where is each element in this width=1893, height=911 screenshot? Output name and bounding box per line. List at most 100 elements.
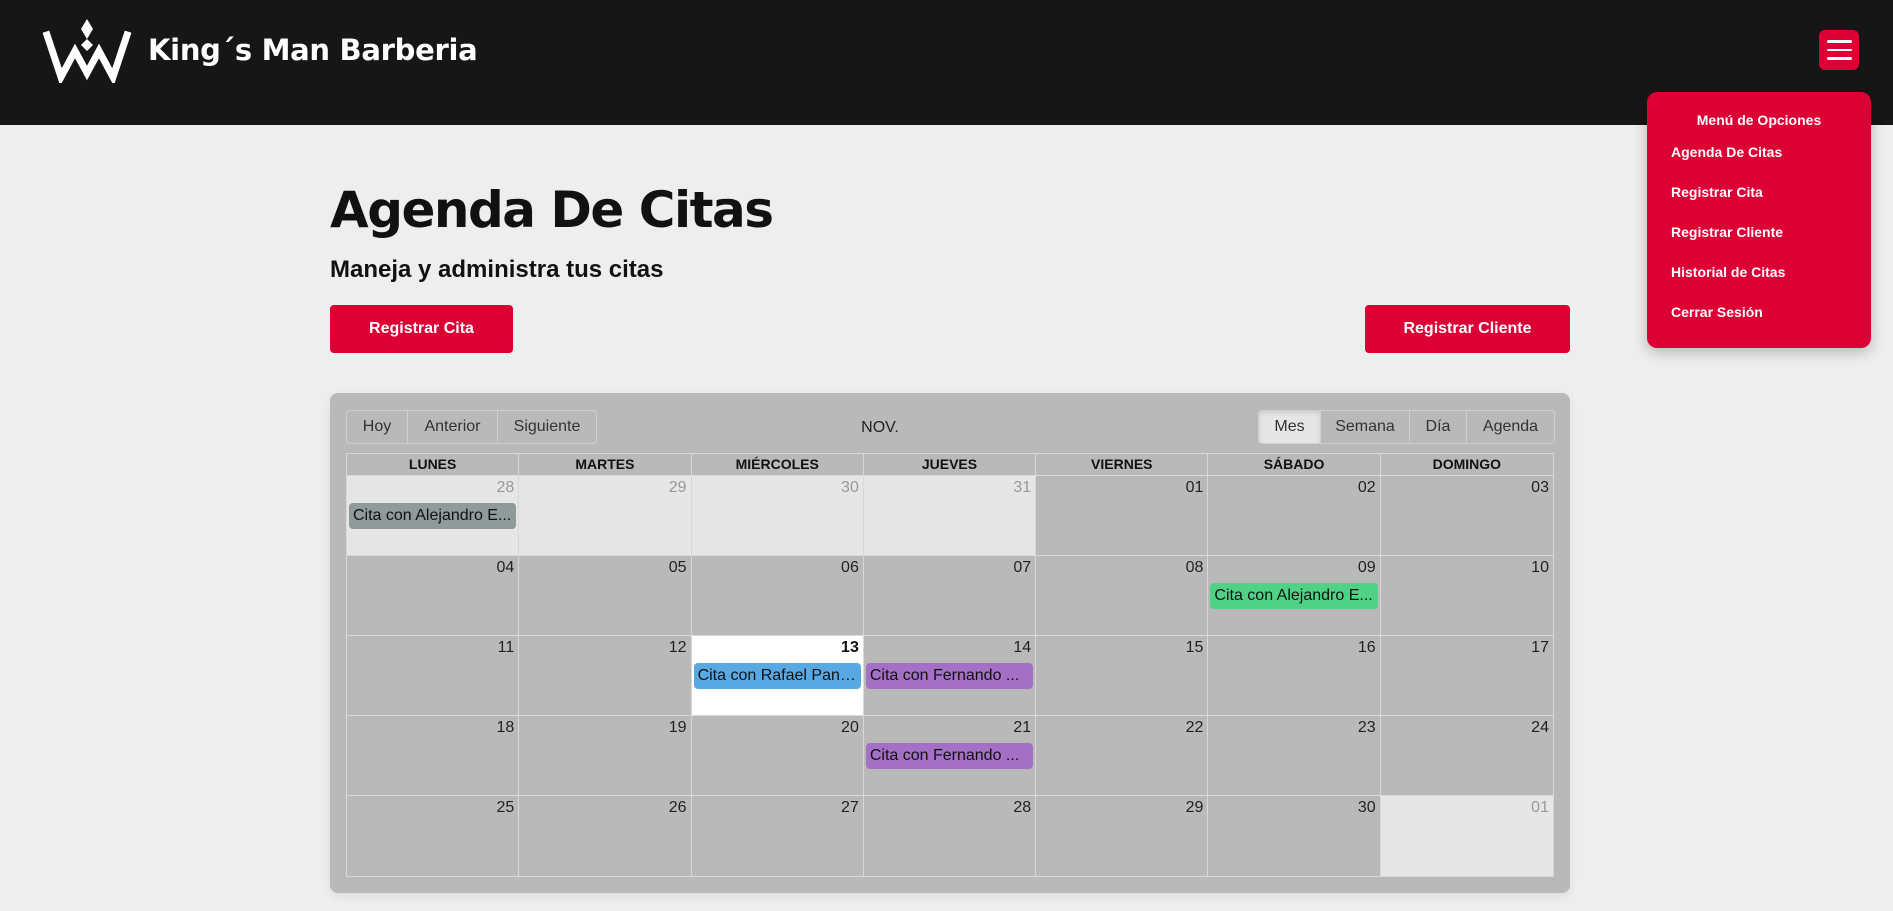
day-cell[interactable]: 17 — [1381, 636, 1553, 715]
day-cell[interactable]: 24 — [1381, 716, 1553, 795]
day-cell[interactable]: 21 Cita con Fernando ... — [864, 716, 1037, 795]
menu-item-historial[interactable]: Historial de Citas — [1671, 264, 1785, 280]
day-cell[interactable]: 16 — [1208, 636, 1381, 715]
day-number: 01 — [1185, 479, 1204, 496]
day-cell[interactable]: 22 — [1036, 716, 1209, 795]
appointment-event[interactable]: Cita con Rafael Pant... — [693, 663, 861, 689]
day-cell[interactable]: 11 — [347, 636, 520, 715]
day-number: 08 — [1185, 559, 1204, 576]
day-cell[interactable]: 08 — [1036, 556, 1209, 635]
day-number: 10 — [1531, 559, 1549, 576]
menu-item-registrar-cliente[interactable]: Registrar Cliente — [1671, 224, 1783, 240]
day-number: 17 — [1531, 639, 1549, 656]
day-cell[interactable]: 09 Cita con Alejandro E... — [1208, 556, 1381, 635]
month-grid: LUNES MARTES MIÉRCOLES JUEVES VIERNES SÁBADO D… — [346, 453, 1554, 877]
menu-toggle-button[interactable] — [1819, 30, 1859, 70]
weekday-header: VIERNES — [1036, 454, 1209, 476]
day-number: 29 — [668, 479, 687, 496]
week-row: 28 Cita con Alejandro E... 29 30 31 01 02 03 — [347, 476, 1553, 556]
day-number: 03 — [1531, 479, 1549, 496]
month-label: NOV. — [861, 419, 899, 436]
day-number: 26 — [668, 799, 687, 816]
day-cell[interactable]: 01 — [1380, 796, 1553, 876]
appointment-event[interactable]: Cita con Alejandro E... — [1210, 583, 1378, 609]
day-number: 18 — [496, 719, 515, 736]
view-month-button[interactable]: Mes — [1259, 411, 1321, 443]
day-number: 11 — [497, 639, 515, 656]
menu-title: Menú de Opciones — [1696, 112, 1822, 128]
weekday-header: SÁBADO — [1208, 454, 1381, 476]
day-cell-today[interactable]: 13 Cita con Rafael Pant... — [691, 636, 864, 715]
calendar-nav-group: Hoy Anterior Siguiente — [346, 410, 597, 444]
appointment-event[interactable]: Cita con Alejandro E... — [349, 503, 517, 529]
day-number: 02 — [1357, 479, 1376, 496]
weekday-header-row: LUNES MARTES MIÉRCOLES JUEVES VIERNES SÁBADO D… — [347, 454, 1553, 476]
top-header: King´s Man Barberia — [0, 0, 1893, 125]
week-row: 18 19 20 21 Cita con Fernando ... 22 23 24 — [347, 716, 1553, 796]
week-row: 11 12 13 Cita con Rafael Pant... 14 Cita con … — [347, 636, 1553, 716]
day-cell[interactable]: 29 — [519, 476, 692, 555]
menu-item-cerrar-sesion[interactable]: Cerrar Sesión — [1671, 304, 1763, 320]
menu-item-registrar-cita[interactable]: Registrar Cita — [1671, 184, 1763, 200]
day-cell[interactable]: 18 — [347, 716, 520, 795]
day-cell[interactable]: 01 — [1036, 476, 1209, 555]
day-cell[interactable]: 05 — [519, 556, 692, 635]
day-cell[interactable]: 29 — [1036, 796, 1209, 876]
day-cell[interactable]: 14 Cita con Fernando ... — [864, 636, 1037, 715]
day-number: 28 — [496, 479, 515, 496]
day-cell[interactable]: 06 — [692, 556, 864, 635]
options-menu: Menú de Opciones Agenda De Citas Registr… — [1647, 92, 1871, 348]
day-cell[interactable]: 20 — [692, 716, 864, 795]
page-subtitle: Maneja y administra tus citas — [330, 256, 664, 283]
register-appointment-button[interactable]: Registrar Cita — [330, 305, 513, 353]
register-client-button[interactable]: Registrar Cliente — [1365, 305, 1570, 353]
previous-button[interactable]: Anterior — [408, 411, 498, 443]
day-cell[interactable]: 02 — [1208, 476, 1381, 555]
day-cell[interactable]: 26 — [519, 796, 692, 876]
day-cell[interactable]: 28 Cita con Alejandro E... — [347, 476, 520, 555]
menu-item-agenda[interactable]: Agenda De Citas — [1671, 144, 1782, 160]
next-button[interactable]: Siguiente — [498, 411, 596, 443]
weekday-header: DOMINGO — [1380, 454, 1553, 476]
day-number: 06 — [841, 559, 859, 576]
day-number: 04 — [496, 559, 515, 576]
day-cell[interactable]: 12 — [519, 636, 692, 715]
day-cell[interactable]: 19 — [519, 716, 692, 795]
day-number: 28 — [1013, 799, 1032, 816]
appointment-event[interactable]: Cita con Fernando ... — [865, 663, 1034, 689]
day-number: 25 — [496, 799, 515, 816]
week-row: 04 05 06 07 08 09 Cita con Alejandro E... 10 — [347, 556, 1553, 636]
calendar-view-group: Mes Semana Día Agenda — [1258, 410, 1555, 444]
day-cell[interactable]: 25 — [347, 796, 520, 876]
weekday-header: JUEVES — [863, 454, 1037, 476]
day-cell[interactable]: 28 — [864, 796, 1037, 876]
view-agenda-button[interactable]: Agenda — [1467, 411, 1554, 443]
weekday-header: MARTES — [519, 454, 692, 476]
day-number: 30 — [1357, 799, 1376, 816]
day-number: 09 — [1357, 559, 1376, 576]
view-day-button[interactable]: Día — [1410, 411, 1467, 443]
day-number: 14 — [1013, 639, 1032, 656]
appointment-event[interactable]: Cita con Fernando ... — [865, 743, 1034, 769]
day-number: 12 — [668, 639, 687, 656]
day-number: 07 — [1013, 559, 1032, 576]
day-number: 13 — [841, 639, 859, 656]
view-week-button[interactable]: Semana — [1321, 411, 1410, 443]
day-cell[interactable]: 27 — [692, 796, 864, 876]
day-cell[interactable]: 30 — [691, 476, 864, 555]
page-title: Agenda De Citas — [330, 181, 774, 239]
day-cell[interactable]: 03 — [1381, 476, 1553, 555]
day-cell[interactable]: 30 — [1208, 796, 1381, 876]
today-button[interactable]: Hoy — [347, 411, 408, 443]
day-number: 29 — [1185, 799, 1204, 816]
day-cell[interactable]: 23 — [1208, 716, 1381, 795]
day-cell[interactable]: 04 — [347, 556, 520, 635]
day-number: 30 — [841, 479, 859, 496]
day-cell[interactable]: 07 — [864, 556, 1037, 635]
day-number: 27 — [841, 799, 859, 816]
day-number: 24 — [1531, 719, 1549, 736]
day-cell[interactable]: 31 — [863, 476, 1037, 555]
day-cell[interactable]: 15 — [1036, 636, 1209, 715]
day-cell[interactable]: 10 — [1381, 556, 1553, 635]
weekday-header: MIÉRCOLES — [691, 454, 864, 476]
